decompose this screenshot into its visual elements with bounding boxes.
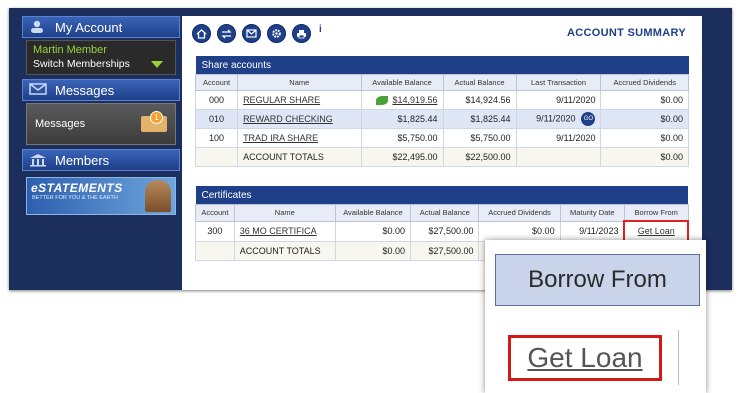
chevron-down-icon	[151, 60, 163, 68]
totals-available: $0.00	[334, 240, 412, 261]
info-icon[interactable]: i	[319, 24, 322, 35]
toolbar: i	[192, 24, 322, 43]
totals-dividends: $0.00	[600, 147, 689, 167]
go-button[interactable]: GO	[581, 112, 596, 126]
account-name-link[interactable]: REWARD CHECKING	[243, 114, 333, 124]
switch-memberships-dropdown[interactable]: Switch Memberships	[27, 57, 175, 74]
totals-available: $22,495.00	[360, 147, 444, 167]
member-name: Martin Member	[33, 44, 107, 56]
blank-cell	[195, 240, 235, 261]
estatements-banner[interactable]: eSTATEMENTS BETTER FOR YOU & THE EARTH	[26, 177, 176, 215]
totals-row: ACCOUNT TOTALS $22,495.00 $22,500.00 $0.…	[194, 147, 689, 167]
share-accounts-title: Share accounts	[195, 56, 689, 75]
estatements-title: eSTATEMENTS	[31, 181, 123, 195]
switch-memberships-label: Switch Memberships	[33, 58, 130, 70]
members-header[interactable]: Members	[22, 149, 180, 171]
last-transaction: 9/11/2020	[536, 113, 576, 124]
members-label: Members	[55, 152, 110, 168]
totals-label: ACCOUNT TOTALS	[237, 147, 362, 167]
actual-balance: $27,500.00	[410, 220, 480, 242]
account-number: 300	[195, 220, 235, 242]
mail-icon[interactable]	[242, 24, 261, 43]
account-number: 000	[194, 90, 239, 110]
estatements-tagline: BETTER FOR YOU & THE EARTH	[32, 195, 118, 201]
table-row[interactable]: 100 TRAD IRA SHARE $5,750.00 $5,750.00 9…	[194, 128, 689, 148]
actual-balance: $5,750.00	[442, 128, 517, 148]
print-icon[interactable]	[292, 24, 311, 43]
totals-actual: $27,500.00	[410, 240, 480, 261]
envelope-icon: 1	[141, 111, 167, 132]
blank-cell	[194, 147, 239, 167]
totals-label: ACCOUNT TOTALS	[233, 240, 336, 261]
col-account: Account	[194, 74, 239, 91]
messages-label: Messages	[35, 118, 86, 130]
last-transaction: 9/11/2020	[515, 128, 602, 148]
table-header-row: Account Name Available Balance Actual Ba…	[194, 74, 689, 91]
account-name-link[interactable]: REGULAR SHARE	[243, 95, 320, 105]
col-borrow-from: Borrow From	[623, 204, 689, 222]
last-transaction: 9/11/2020	[515, 90, 602, 110]
col-actual: Actual Balance	[442, 74, 517, 91]
actual-balance: $1,825.44	[442, 109, 517, 129]
account-number: 100	[194, 128, 239, 148]
user-icon	[29, 20, 47, 34]
member-panel: Martin Member Switch Memberships	[26, 40, 176, 75]
col-last-transaction: Last Transaction	[515, 74, 602, 91]
accrued-dividends: $0.00	[600, 90, 689, 110]
account-name-link[interactable]: TRAD IRA SHARE	[243, 133, 318, 143]
accrued-dividends: $0.00	[600, 128, 689, 148]
zoom-callout: Borrow From Get Loan	[485, 240, 706, 393]
sidebar: My Account Martin Member Switch Membersh…	[22, 16, 180, 286]
actual-balance: $14,924.56	[442, 90, 517, 110]
table-header-row: Account Name Available Balance Actual Ba…	[195, 204, 689, 222]
messages-badge: 1	[150, 111, 163, 124]
settings-icon[interactable]	[267, 24, 286, 43]
col-dividends: Accrued Dividends	[478, 204, 561, 222]
certificates-title: Certificates	[195, 186, 688, 205]
totals-actual: $22,500.00	[442, 147, 517, 167]
my-account-header[interactable]: My Account	[22, 16, 180, 38]
available-balance: $1,825.44	[360, 109, 444, 129]
available-balance-link[interactable]: $14,919.56	[392, 95, 437, 105]
table-row[interactable]: 010 REWARD CHECKING $1,825.44 $1,825.44 …	[194, 109, 689, 129]
person-image	[145, 180, 171, 212]
col-account: Account	[195, 204, 235, 222]
home-icon[interactable]	[192, 24, 211, 43]
get-loan-link-zoom[interactable]: Get Loan	[508, 335, 662, 381]
accrued-dividends: $0.00	[478, 220, 561, 242]
available-balance: $5,750.00	[360, 128, 444, 148]
col-actual: Actual Balance	[410, 204, 480, 222]
col-available: Available Balance	[334, 204, 412, 222]
page-title: ACCOUNT SUMMARY	[567, 27, 686, 39]
get-loan-link[interactable]: Get Loan	[638, 226, 675, 236]
account-number: 010	[194, 109, 239, 129]
col-name: Name	[237, 74, 362, 91]
leaf-icon	[376, 96, 389, 106]
blank-cell	[515, 147, 602, 167]
col-dividends: Accrued Dividends	[600, 74, 689, 91]
accrued-dividends: $0.00	[600, 109, 689, 129]
maturity-date: 9/11/2023	[559, 220, 625, 242]
table-row[interactable]: 300 36 MO CERTIFICA $0.00 $27,500.00 $0.…	[195, 220, 689, 242]
share-accounts-table: Share accounts Account Name Available Ba…	[194, 56, 689, 167]
account-name-link[interactable]: 36 MO CERTIFICA	[240, 226, 317, 236]
mail-icon	[29, 83, 47, 97]
col-name: Name	[233, 204, 336, 222]
building-icon	[29, 153, 47, 167]
divider	[678, 330, 679, 385]
col-available: Available Balance	[360, 74, 444, 91]
table-row[interactable]: 000 REGULAR SHARE $14,919.56 $14,924.56 …	[194, 90, 689, 110]
col-maturity: Maturity Date	[559, 204, 625, 222]
available-balance: $0.00	[334, 220, 412, 242]
messages-header-label: Messages	[55, 82, 115, 98]
messages-item[interactable]: Messages 1	[26, 103, 176, 145]
messages-header[interactable]: Messages	[22, 79, 180, 101]
my-account-label: My Account	[55, 19, 123, 35]
borrow-from-header-zoom: Borrow From	[495, 254, 700, 306]
transfer-icon[interactable]	[217, 24, 236, 43]
